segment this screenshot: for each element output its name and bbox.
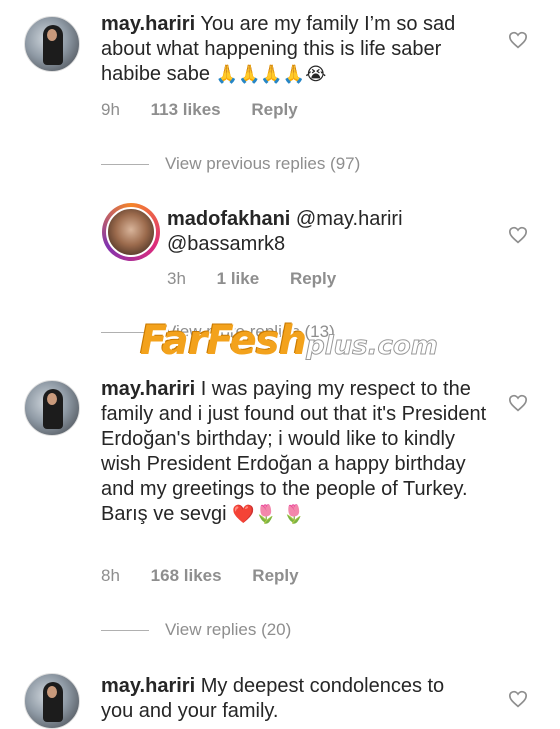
emoji: 🌷 bbox=[282, 504, 305, 524]
avatar[interactable] bbox=[24, 673, 80, 729]
heart-icon[interactable] bbox=[508, 690, 528, 708]
reply-button[interactable]: Reply bbox=[251, 100, 297, 119]
divider bbox=[101, 630, 149, 632]
watermark-plus: plus.com bbox=[306, 331, 439, 362]
likes-count[interactable]: 1 like bbox=[217, 269, 260, 288]
comment-text: madofakhani @may.hariri @bassamrk8 bbox=[167, 207, 467, 257]
avatar[interactable] bbox=[24, 380, 80, 436]
heart-icon[interactable] bbox=[508, 226, 528, 244]
avatar[interactable] bbox=[24, 16, 80, 72]
username[interactable]: may.hariri bbox=[101, 378, 195, 400]
heart-icon[interactable] bbox=[508, 394, 528, 412]
comment-meta: 9h 113 likes Reply bbox=[101, 100, 324, 120]
username[interactable]: may.hariri bbox=[101, 13, 195, 35]
reply-button[interactable]: Reply bbox=[290, 269, 336, 288]
timestamp: 9h bbox=[101, 100, 120, 119]
username[interactable]: may.hariri bbox=[101, 675, 195, 697]
comment-body: I was paying my respect to the family an… bbox=[101, 378, 487, 525]
username[interactable]: madofakhani bbox=[167, 208, 290, 230]
comment-text: may.hariri I was paying my respect to th… bbox=[101, 377, 491, 527]
avatar[interactable] bbox=[102, 203, 160, 261]
likes-count[interactable]: 168 likes bbox=[151, 566, 222, 585]
comment-text: may.hariri You are my family I’m so sad … bbox=[101, 12, 491, 87]
view-previous-replies[interactable]: View previous replies (97) bbox=[101, 154, 360, 174]
emoji: ❤️🌷 bbox=[232, 504, 277, 524]
view-replies-label: View replies (20) bbox=[165, 620, 292, 639]
comment-text: may.hariri My deepest condolences to you… bbox=[101, 674, 471, 724]
watermark-main: FarFesh bbox=[140, 318, 307, 364]
comment-meta: 8h 168 likes Reply bbox=[101, 566, 325, 586]
emoji: 🙏🙏🙏🙏😭 bbox=[215, 64, 327, 84]
watermark-logo: FarFeshplus.com bbox=[140, 318, 438, 364]
divider bbox=[101, 164, 149, 166]
view-replies[interactable]: View replies (20) bbox=[101, 620, 291, 640]
timestamp: 8h bbox=[101, 566, 120, 585]
view-previous-label: View previous replies (97) bbox=[165, 154, 361, 173]
reply-button[interactable]: Reply bbox=[252, 566, 298, 585]
comment-meta: 3h 1 like Reply bbox=[167, 269, 362, 289]
heart-icon[interactable] bbox=[508, 31, 528, 49]
likes-count[interactable]: 113 likes bbox=[151, 100, 221, 119]
timestamp: 3h bbox=[167, 269, 186, 288]
